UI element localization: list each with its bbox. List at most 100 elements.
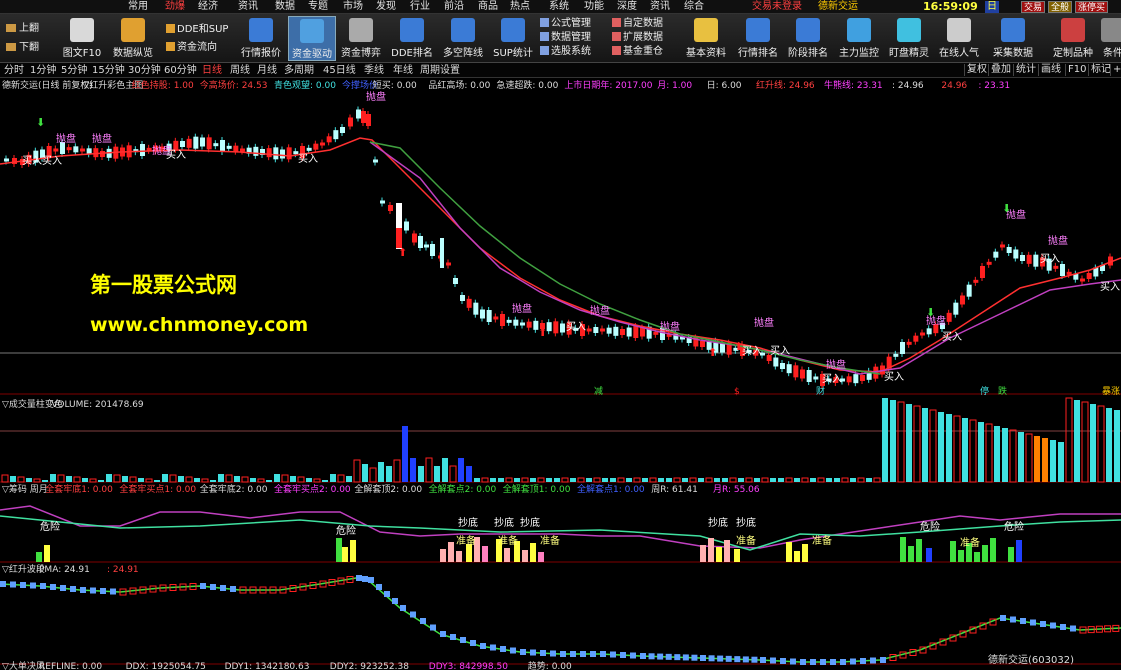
toolbar-mini-button[interactable]: 数据管理 [540,31,591,44]
chip-bar [908,546,914,562]
chart-tool-button[interactable]: 叠加 [988,64,1013,76]
volume-bar [897,401,905,483]
menu-item[interactable]: 数据 [275,1,295,13]
toolbar-button[interactable]: 数据纵览 [110,16,156,61]
period-tab[interactable]: 分时 [4,64,24,77]
period-tab[interactable]: 月线 [257,64,277,77]
toolbar-mini-button[interactable]: 公式管理 [540,17,591,30]
chart-tool-button[interactable]: 画线 [1038,64,1063,76]
period-tab[interactable]: 季线 [364,64,384,77]
page-down-button[interactable]: 下翻 [2,39,52,57]
menu-item[interactable]: 深度 [617,1,637,13]
volume-bar [122,476,128,482]
chart-area[interactable]: 德新交运(日线 前复权) ▽红升彩色主图 红色持股: 1.00 今高场价: 24.53… [0,78,1121,670]
wave-block [10,581,16,588]
toolbar-button[interactable]: 基本资料 [682,16,730,61]
toolbar-button[interactable]: 采集数据 [988,16,1038,61]
menu-item[interactable]: 市场 [343,1,363,13]
period-tab[interactable]: 15分钟 [92,64,125,77]
wave-block [760,657,766,663]
menu-item[interactable]: 常用 [128,1,148,13]
toolbar-button[interactable]: 资金驱动 [288,16,336,61]
menu-item[interactable]: 前沿 [444,1,464,13]
quick-button[interactable]: 全般 [1048,1,1073,13]
wave-block [400,605,406,611]
toolbar-mini-button[interactable]: 自定数据 [612,17,663,30]
menu-item[interactable]: 系统 [549,1,569,13]
period-tab[interactable]: 5分钟 [61,64,87,77]
menu-item[interactable]: 行业 [410,1,430,13]
toolbar-button[interactable]: SUP统计 [490,16,536,61]
candle-body [286,147,292,160]
toolbar-button[interactable]: 资金博弈 [338,16,384,61]
period-tab[interactable]: 45日线 [323,64,356,77]
menu-item[interactable]: 热点 [510,1,530,13]
menu-item[interactable]: 综合 [684,1,704,13]
chip-prepare-label: 准备 [960,536,980,549]
quick-button[interactable]: 交易 [1021,1,1046,13]
toolbar-button[interactable]: 条件 [1098,16,1121,61]
toolbar-button[interactable]: 在线人气 [936,16,982,61]
chip-bar [958,550,964,562]
mini-icon [166,24,175,33]
indicator-value: : 24.91 [107,565,139,575]
period-tab[interactable]: 30分钟 [128,64,161,77]
toolbar-button[interactable]: 主力监控 [836,16,882,61]
wave-block [682,654,689,661]
menu-item[interactable]: 经济 [198,1,218,13]
mini-icon [540,32,549,41]
candle-body [1020,255,1025,261]
toolbar-mini-button[interactable]: 选股系统 [540,45,591,58]
period-tab[interactable]: 多周期 [284,64,314,77]
volume-bar [154,480,160,482]
period-tab[interactable]: 周线 [230,64,250,77]
wave-block [860,658,866,664]
volume-bar [906,404,912,482]
sell-signal-label: 抛盘 [512,302,532,315]
stock-charts-svg[interactable]: 德新交运(日线 前复权)▽红升彩色主图红色持股: 1.00 今高场价: 24.53… [0,78,1121,670]
menu-item[interactable]: 商品 [478,1,498,13]
volume-bar [1,474,9,483]
toolbar-mini-button[interactable]: 基金重仓 [612,45,663,58]
menu-item[interactable]: 资讯 [238,1,258,13]
toolbar-button[interactable]: 阶段排名 [784,16,832,61]
menu-item[interactable]: 专题 [308,1,328,13]
volume-bar [145,478,153,483]
login-status[interactable]: 交易未登录 [752,1,802,13]
period-tab[interactable]: 日线 [202,64,222,77]
menu-item[interactable]: 资讯 [650,1,670,13]
top-menu-bar: 常用 劲爆 经济 资讯 数据 专题 市场 发现 行业 前沿 商品 热点 系统 功能 深度 资讯 综合 交易未登录 德… [0,0,1121,14]
volume-bar [689,477,697,483]
page-up-button[interactable]: 上翻 [2,20,52,38]
menu-item[interactable]: 功能 [584,1,604,13]
chart-tool-button[interactable]: 复权 [964,64,989,76]
toolbar-button[interactable]: 图文F10 [60,16,104,61]
toolbar-button[interactable]: 多空阵线 [440,16,486,61]
candle-body [412,233,417,243]
volume-bar [817,477,825,483]
toolbar-mini-button[interactable]: 资金流向 [166,41,217,54]
chart-tool-button[interactable]: F10 [1065,64,1088,76]
menu-item[interactable]: 劲爆 [165,1,185,13]
toolbar-button[interactable]: 行情排名 [734,16,782,61]
volume-bar [969,419,977,483]
toolbar-button[interactable]: 盯盘精灵 [886,16,932,61]
period-tab[interactable]: 年线 [393,64,413,77]
toolbar-button[interactable]: 定制品种 [1050,16,1096,61]
chip-bar [44,545,50,562]
indicator-value: 全解套点2: 0.00 [429,483,497,495]
period-tab[interactable]: 周期设置 [420,64,460,77]
chart-tool-button[interactable]: +自 [1110,64,1121,76]
candle-body [320,142,325,146]
candle-body [486,310,492,322]
toolbar-mini-button[interactable]: 扩展数据 [612,31,663,44]
quick-button[interactable]: 涨停买 [1075,1,1109,13]
chart-tool-button[interactable]: 统计 [1013,64,1038,76]
chip-bar [794,551,800,562]
period-tab[interactable]: 60分钟 [164,64,197,77]
menu-item[interactable]: 发现 [376,1,396,13]
period-tab[interactable]: 1分钟 [30,64,56,77]
toolbar-button[interactable]: DDE排名 [390,16,434,61]
toolbar-button[interactable]: 行情报价 [238,16,284,61]
toolbar-mini-button[interactable]: DDE和SUP [166,23,228,36]
